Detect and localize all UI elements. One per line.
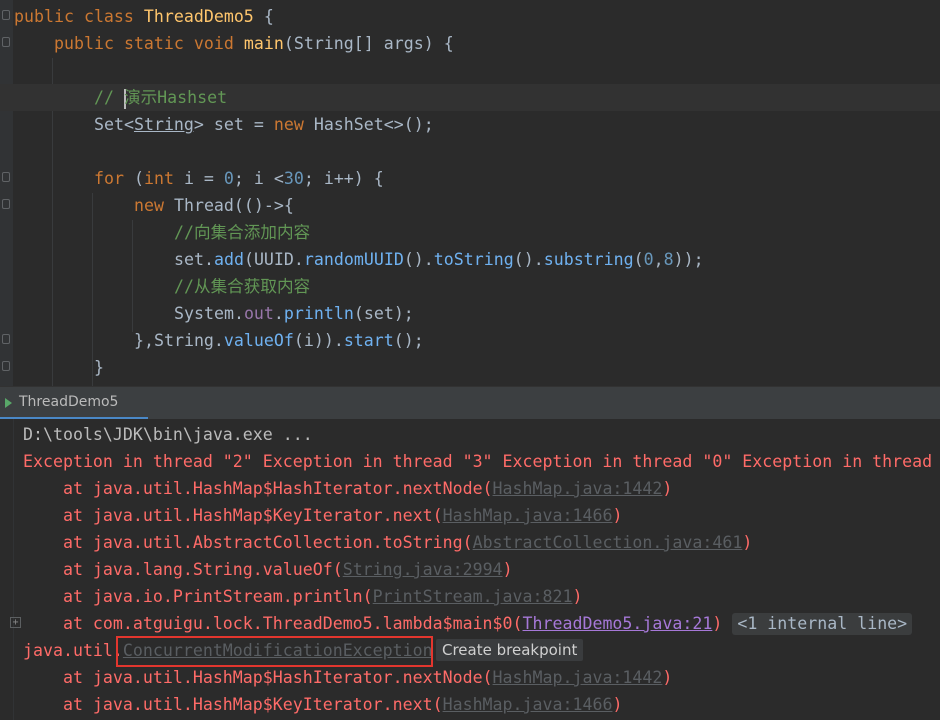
source-link[interactable]: PrintStream.java:821: [373, 587, 573, 606]
run-config-icon: [5, 398, 12, 408]
source-link[interactable]: String.java:2994: [343, 560, 503, 579]
run-tool-window-header: ThreadDemo5: [0, 386, 940, 420]
code-line[interactable]: //从集合获取内容: [0, 273, 940, 300]
source-link[interactable]: ThreadDemo5.java:21: [523, 614, 713, 633]
code-line[interactable]: Set<String> set = new HashSet<>();: [0, 111, 940, 138]
console-exception-line: Exception in thread "2" Exception in thr…: [23, 452, 933, 471]
source-link[interactable]: HashMap.java:1466: [443, 506, 613, 525]
code-editor[interactable]: public class ThreadDemo5 { public static…: [0, 0, 940, 386]
expand-icon[interactable]: +: [10, 617, 21, 628]
code-line[interactable]: public class ThreadDemo5 {: [0, 3, 940, 30]
internal-lines-fold[interactable]: <1 internal line>: [732, 613, 913, 635]
console-command-line: D:\tools\JDK\bin\java.exe ...: [23, 425, 313, 444]
code-line[interactable]: System.out.println(set);: [0, 300, 940, 327]
highlight-box: [116, 636, 433, 667]
stack-frame: at com.atguigu.lock.ThreadDemo5.lambda$m…: [23, 610, 913, 637]
source-link[interactable]: AbstractCollection.java:461: [473, 533, 743, 552]
stack-frame: at java.lang.String.valueOf(String.java:…: [23, 560, 513, 579]
code-line[interactable]: public static void main(String[] args) {: [0, 30, 940, 57]
code-line[interactable]: //向集合添加内容: [0, 219, 940, 246]
run-console[interactable]: + D:\tools\JDK\bin\java.exe ... Exceptio…: [0, 419, 940, 720]
console-gutter: [0, 419, 14, 720]
source-link[interactable]: HashMap.java:1442: [493, 479, 663, 498]
code-line[interactable]: set.add(UUID.randomUUID().toString().sub…: [0, 246, 940, 273]
stack-frame: at java.io.PrintStream.println(PrintStre…: [23, 587, 583, 606]
source-link[interactable]: HashMap.java:1442: [493, 668, 663, 687]
run-tab-label: ThreadDemo5: [19, 394, 119, 410]
stack-frame: at java.util.AbstractCollection.toString…: [23, 533, 753, 552]
stack-frame: at java.util.HashMap$HashIterator.nextNo…: [23, 479, 673, 498]
code-line[interactable]: for (int i = 0; i <30; i++) {: [0, 165, 940, 192]
stack-frame: at java.util.HashMap$HashIterator.nextNo…: [23, 668, 673, 687]
code-line-current[interactable]: // 演示Hashset: [0, 84, 940, 111]
stack-frame: at java.util.HashMap$KeyIterator.next(Ha…: [23, 506, 623, 525]
code-line[interactable]: }: [0, 354, 940, 381]
stack-frame: at java.util.HashMap$KeyIterator.next(Ha…: [23, 695, 623, 714]
run-tab[interactable]: ThreadDemo5: [0, 387, 148, 420]
source-link[interactable]: HashMap.java:1466: [443, 695, 613, 714]
create-breakpoint-button[interactable]: Create breakpoint: [436, 639, 584, 661]
code-line[interactable]: },String.valueOf(i)).start();: [0, 327, 940, 354]
code-line[interactable]: new Thread(()->{: [0, 192, 940, 219]
